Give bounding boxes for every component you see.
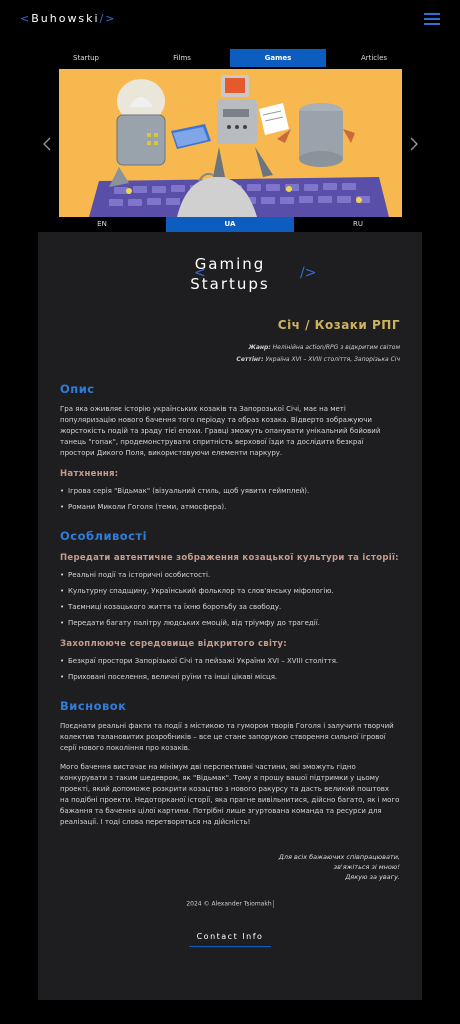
logo-close-bracket: /> xyxy=(99,12,117,25)
inspiration-list: Ігрова серія "Відьмак" (візуальний стиль… xyxy=(60,485,400,513)
tab-articles[interactable]: Articles xyxy=(326,49,422,67)
features-group2-list: Безкраї простори Запорізької Січі та пей… xyxy=(60,655,400,683)
description-heading: Опис xyxy=(60,382,95,396)
conclusion-paragraph-1: Поєднати реальні факти та події з містик… xyxy=(60,722,394,752)
list-item: Ігрова серія "Відьмак" (візуальний стиль… xyxy=(60,485,400,497)
hamburger-menu-icon[interactable] xyxy=(424,13,440,25)
list-item: Реальні події та історичні особистості. xyxy=(60,569,400,581)
features-group2-heading: Захоплююче середовище відкритого світу: xyxy=(60,639,287,649)
features-group1-list: Реальні події та історичні особистості. … xyxy=(60,569,400,629)
game-setting: Сеттінг: Україна XVI – XVIII століття, З… xyxy=(60,354,400,366)
copyright: 2024 © Alexander Tsiomakh xyxy=(60,900,400,908)
lang-tab-ru[interactable]: RU xyxy=(294,217,422,232)
list-item: Таємниці козацького життя та їхню бороть… xyxy=(60,601,400,613)
genre-value: Нелінійна action/RPG з відкритим світом xyxy=(272,344,400,351)
logo-name: Buhowski xyxy=(31,12,100,25)
tab-films[interactable]: Films xyxy=(134,49,230,67)
conclusion-heading: Висновок xyxy=(60,699,127,713)
chevron-left-icon[interactable] xyxy=(42,136,52,151)
section-title-line2: Startups xyxy=(190,275,270,293)
setting-value: Україна XVI – XVIII століття, Запорізька… xyxy=(265,356,400,363)
heading-close-bracket: /> xyxy=(300,265,317,281)
logo-open-bracket: < xyxy=(20,12,32,25)
chevron-right-icon[interactable] xyxy=(409,136,419,151)
category-tabs: Startup Films Games Articles xyxy=(38,49,422,67)
tab-games[interactable]: Games xyxy=(230,49,326,67)
closing-line-3: Дякую за увагу. xyxy=(345,873,400,881)
site-header: <Buhowski/> xyxy=(0,0,460,40)
list-item: Приховані поселення, величні руїни та ін… xyxy=(60,671,400,683)
genre-label: Жанр: xyxy=(248,344,271,351)
closing-note: Для всіх бажаючих співпрацювати, зв'яжіт… xyxy=(60,852,400,882)
description-text: Гра яка оживляє історію українських коза… xyxy=(60,405,381,457)
game-genre: Жанр: Нелінійна action/RPG з відкритим с… xyxy=(60,342,401,354)
language-tabs: EN UA RU xyxy=(38,217,422,232)
contact-info-link[interactable]: Contact Info xyxy=(188,932,272,947)
inspiration-heading: Натхнення: xyxy=(60,469,119,479)
hero-illustration xyxy=(59,69,402,217)
content-panel: < Gaming Startups /> Січ / Козаки РПГ Жа… xyxy=(38,232,422,1000)
setting-label: Сеттінг: xyxy=(236,356,264,363)
section-heading: < Gaming Startups /> xyxy=(60,232,400,310)
lang-tab-ua[interactable]: UA xyxy=(166,217,294,232)
features-group1-heading: Передати автентичне зображення козацької… xyxy=(60,553,399,563)
list-item: Передати багату палітру людських емоцій,… xyxy=(60,617,400,629)
list-item: Культурну спадщину, Український фольклор… xyxy=(60,585,400,597)
site-logo[interactable]: <Buhowski/> xyxy=(20,12,117,25)
contact-wrap: Contact Info xyxy=(60,924,400,947)
section-title: Gaming Startups xyxy=(60,254,400,294)
closing-line-1: Для всіх бажаючих співпрацювати, xyxy=(278,853,400,861)
text-cursor xyxy=(272,900,274,908)
conclusion-paragraph-2: Мого бачення вистачає на мінімум дві пер… xyxy=(60,763,400,826)
game-title: Січ / Козаки РПГ xyxy=(277,318,400,332)
section-title-line1: Gaming xyxy=(194,255,266,273)
list-item: Романи Миколи Гоголя (теми, атмосфера). xyxy=(60,501,400,513)
lang-tab-en[interactable]: EN xyxy=(38,217,166,232)
tab-startup[interactable]: Startup xyxy=(38,49,134,67)
closing-line-2: зв'яжіться зі мною! xyxy=(333,863,400,871)
copyright-text: 2024 © Alexander Tsiomakh xyxy=(186,900,272,908)
features-heading: Особливості xyxy=(60,529,148,543)
list-item: Безкраї простори Запорізької Січі та пей… xyxy=(60,655,400,667)
